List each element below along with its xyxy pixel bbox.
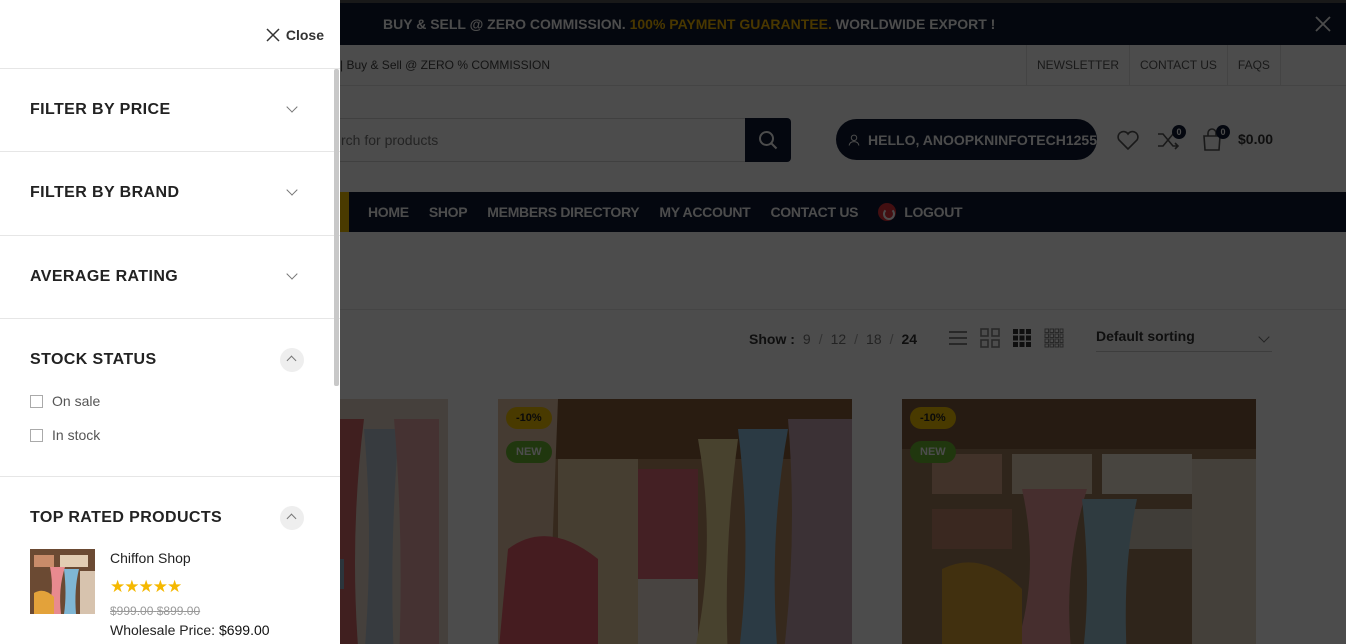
new-badge: NEW (910, 441, 956, 463)
close-icon (266, 28, 280, 42)
new-badge: NEW (506, 441, 552, 463)
product-card[interactable]: -10% NEW (902, 399, 1256, 644)
account-button[interactable]: HELLO, ANOOPKNINFOTECH1255 (836, 119, 1097, 160)
filter-by-brand-section[interactable]: FILTER BY BRAND (0, 152, 340, 236)
faqs-link[interactable]: FAQS (1226, 45, 1281, 86)
sort-select[interactable]: Default sorting (1096, 328, 1272, 352)
marquee-text: n | Buy & Sell @ ZERO % COMMISSION (330, 58, 551, 72)
chevron-down-icon (286, 101, 298, 113)
section-title: AVERAGE RATING (30, 268, 179, 285)
show-label: Show : (749, 331, 795, 347)
nav-shop[interactable]: SHOP (429, 204, 468, 220)
view-switcher (948, 328, 1064, 348)
product-image (902, 399, 1256, 644)
cart-total[interactable]: $0.00 (1238, 131, 1273, 147)
section-title: TOP RATED PRODUCTS (30, 509, 223, 526)
show-option-24[interactable]: 24 (902, 331, 918, 347)
sort-value: Default sorting (1096, 328, 1195, 344)
top-product-thumbnail[interactable] (30, 549, 95, 614)
search-icon (759, 131, 778, 150)
sidebar-header: Close (0, 0, 340, 69)
per-page-selector: Show : 9 / 12 / 18 / 24 (749, 331, 917, 347)
heart-icon[interactable] (1115, 127, 1141, 153)
product-image (498, 399, 852, 644)
sale-badge: -10% (506, 407, 552, 429)
product-image (30, 549, 95, 614)
list-view-icon[interactable] (948, 328, 968, 348)
in-stock-checkbox[interactable]: In stock (30, 427, 100, 443)
stock-status-section: STOCK STATUS On sale In stock (0, 319, 340, 477)
separator: / (818, 331, 823, 347)
average-rating-section[interactable]: AVERAGE RATING (0, 236, 340, 319)
nav-items: HOME SHOP MEMBERS DIRECTORY MY ACCOUNT C… (368, 192, 963, 232)
section-title: FILTER BY PRICE (30, 101, 171, 118)
close-sidebar-button[interactable]: Close (266, 27, 324, 43)
logout-label: LOGOUT (904, 204, 963, 220)
nav-members-directory[interactable]: MEMBERS DIRECTORY (487, 204, 639, 220)
product-card[interactable]: -10% NEW (498, 399, 852, 644)
search-input[interactable]: rch for products (300, 118, 746, 162)
compare-count: 0 (1172, 125, 1186, 139)
search-button[interactable] (745, 118, 791, 162)
separator: / (889, 331, 894, 347)
show-option-9[interactable]: 9 (803, 331, 811, 347)
checkbox[interactable] (30, 428, 43, 442)
chevron-up-icon[interactable] (280, 348, 304, 372)
promo-text-2: WORLDWIDE EXPORT ! (835, 16, 996, 32)
wholesale-value: $699.00 (218, 622, 270, 638)
show-option-12[interactable]: 12 (831, 331, 847, 347)
grid-2-icon[interactable] (980, 328, 1000, 348)
on-sale-checkbox[interactable]: On sale (30, 393, 100, 409)
contact-us-link[interactable]: CONTACT US (1129, 45, 1227, 86)
promo-text-1: BUY & SELL @ ZERO COMMISSION. (383, 16, 626, 32)
search-placeholder: rch for products (341, 132, 439, 148)
chevron-down-icon (286, 184, 298, 196)
promo-highlight: 100% PAYMENT GUARANTEE. (629, 16, 832, 32)
checkbox-label: In stock (52, 427, 101, 443)
shop-page: BUY & SELL @ ZERO COMMISSION. 100% PAYME… (0, 0, 1346, 644)
section-title: STOCK STATUS (30, 351, 157, 368)
section-title: FILTER BY BRAND (30, 184, 180, 201)
cart-count: 0 (1216, 125, 1230, 139)
sidebar-scrollbar[interactable] (334, 69, 339, 386)
separator: / (854, 331, 859, 347)
power-icon (878, 203, 897, 221)
wholesale-price: Wholesale Price: $699.00 (110, 622, 270, 638)
checkbox-label: On sale (52, 393, 101, 409)
wholesale-label: Wholesale Price: (110, 622, 216, 638)
grid-3-icon[interactable] (1012, 328, 1032, 348)
nav-logout[interactable]: LOGOUT (878, 203, 963, 221)
show-option-18[interactable]: 18 (866, 331, 882, 347)
old-price: $999.00 $899.00 (110, 604, 200, 618)
checkbox[interactable] (30, 394, 43, 408)
nav-my-account[interactable]: MY ACCOUNT (659, 204, 750, 220)
filter-by-price-section[interactable]: FILTER BY PRICE (0, 69, 340, 152)
close-label: Close (285, 27, 324, 43)
sale-price: $899.00 (156, 604, 201, 618)
rating-stars: ★★★★★ (110, 577, 182, 596)
grid-4-icon[interactable] (1044, 328, 1064, 348)
top-links: NEWSLETTER CONTACT US FAQS (1026, 45, 1281, 86)
filter-sidebar: Close FILTER BY PRICE FILTER BY BRAND AV… (0, 0, 340, 644)
regular-price: $999.00 (110, 604, 154, 618)
newsletter-link[interactable]: NEWSLETTER (1026, 45, 1129, 86)
top-product-name[interactable]: Chiffon Shop (110, 550, 191, 566)
sale-badge: -10% (910, 407, 956, 429)
chevron-up-icon[interactable] (280, 506, 304, 530)
nav-contact-us[interactable]: CONTACT US (770, 204, 858, 220)
chevron-down-icon (1258, 331, 1270, 343)
user-icon (848, 134, 860, 146)
hello-label: HELLO, ANOOPKNINFOTECH1255 (868, 131, 1097, 148)
close-icon[interactable] (1314, 15, 1332, 33)
nav-home[interactable]: HOME (368, 204, 409, 220)
chevron-down-icon (286, 268, 298, 280)
